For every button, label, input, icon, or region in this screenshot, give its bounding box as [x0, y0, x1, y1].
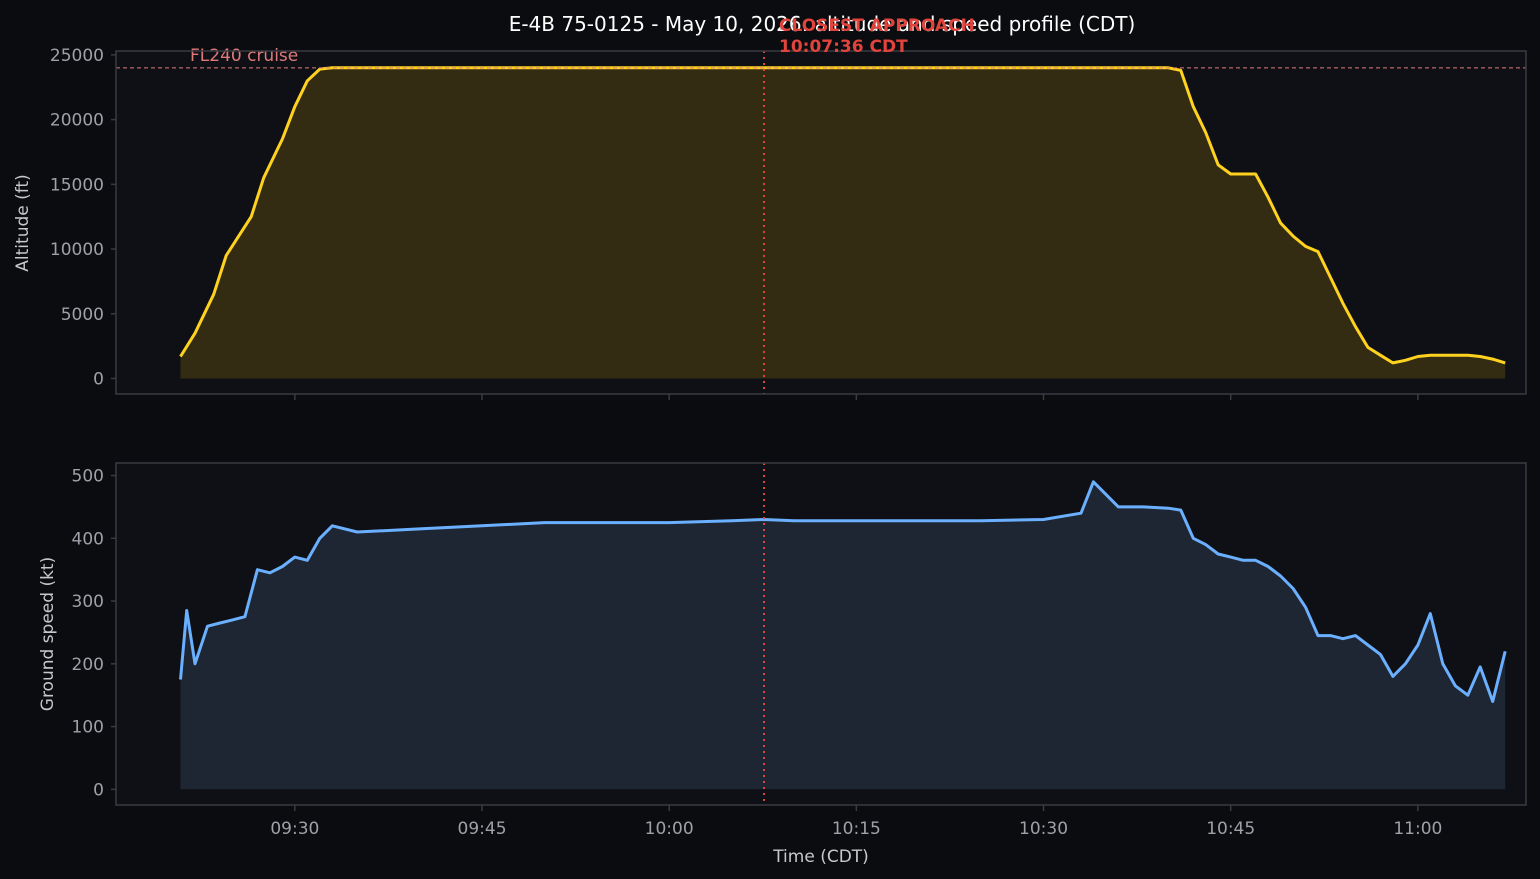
y-tick-label: 400 — [72, 529, 104, 549]
x-tick-label: 10:45 — [1206, 819, 1255, 839]
y-tick-label: 300 — [72, 592, 104, 612]
x-tick-label: 09:45 — [458, 819, 507, 839]
y-tick-label: 200 — [72, 655, 104, 675]
altitude-speed-figure: E-4B 75-0125 - May 10, 2026: altitude an… — [0, 0, 1540, 879]
y-tick-label: 0 — [93, 369, 104, 389]
y-tick-label: 15000 — [50, 175, 104, 195]
y-tick-label: 0 — [93, 780, 104, 800]
altitude-panel: 0 5000 10000 15000 20000 25000 FL240 cruise A… — [13, 46, 1527, 400]
x-tick-label: 10:00 — [645, 819, 694, 839]
closest-approach-time-label: 10:07:36 CDT — [779, 37, 908, 57]
x-tick-label: 10:15 — [832, 819, 881, 839]
y-tick-label: 25000 — [50, 46, 104, 66]
cruise-reference-label: FL240 cruise — [190, 46, 298, 66]
closest-approach-label: CLOSEST APPROACH — [779, 16, 975, 36]
y-tick-label: 10000 — [50, 240, 104, 260]
altitude-y-axis-label: Altitude (ft) — [13, 174, 33, 271]
y-tick-label: 20000 — [50, 111, 104, 131]
speed-y-axis-label: Ground speed (kt) — [38, 557, 58, 711]
y-tick-label: 100 — [72, 718, 104, 738]
x-tick-label: 10:30 — [1019, 819, 1068, 839]
x-axis-label: Time (CDT) — [772, 847, 869, 867]
x-tick-label: 09:30 — [270, 819, 319, 839]
y-tick-label: 5000 — [61, 305, 104, 325]
y-tick-label: 500 — [72, 467, 104, 487]
x-tick-label: 11:00 — [1393, 819, 1442, 839]
speed-panel: 0 100 200 300 400 500 09:30 09:45 10:00 10:15 10:… — [38, 462, 1527, 839]
